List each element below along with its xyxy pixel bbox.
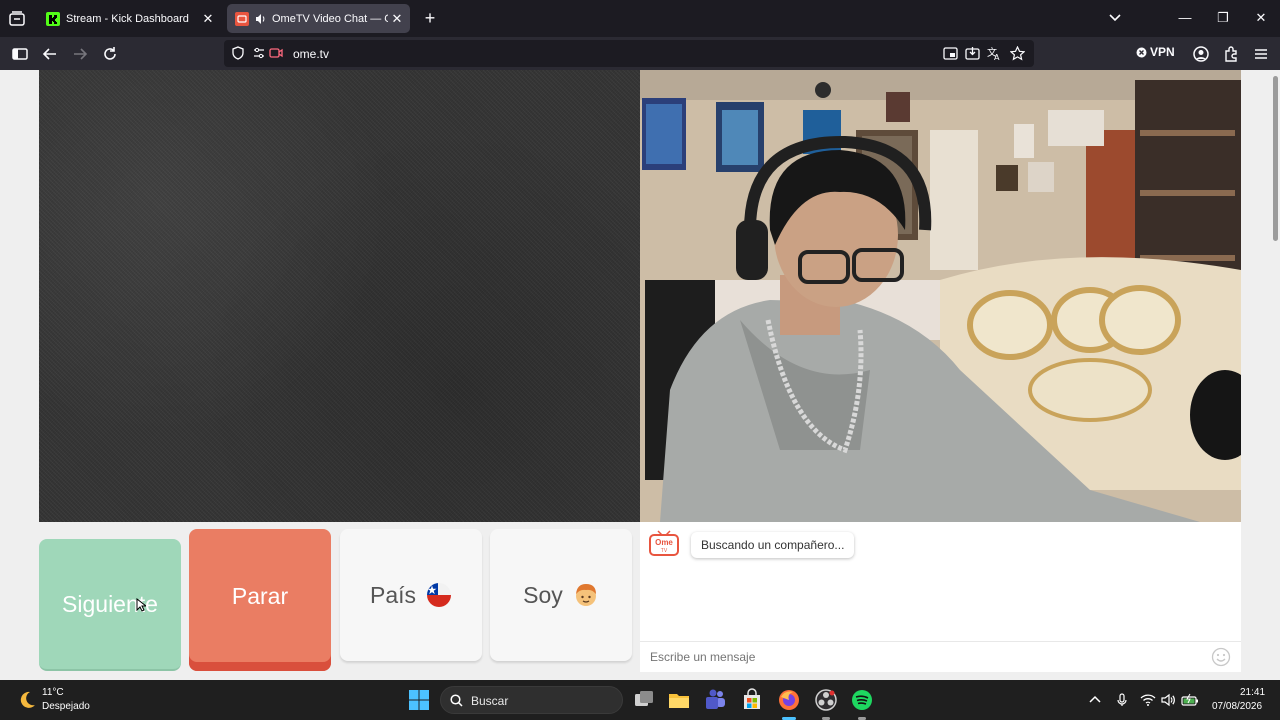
obs-icon <box>815 689 837 711</box>
maximize-button[interactable]: ❐ <box>1213 10 1233 26</box>
tab-list-icon[interactable] <box>6 8 28 30</box>
country-button[interactable]: País <box>340 529 482 661</box>
spotify-app[interactable] <box>850 688 874 720</box>
webcam-feed-image <box>640 70 1241 522</box>
country-button-label: País <box>369 581 417 608</box>
chevron-up-icon[interactable] <box>1087 692 1103 708</box>
weather-condition[interactable]: Despejado <box>42 701 90 712</box>
tab-close-icon[interactable]: ✕ <box>388 11 406 27</box>
browser-tab-bar: Stream - Kick Dashboard ✕ OmeTV Video Ch… <box>0 0 1280 37</box>
download-to-screen-icon[interactable] <box>965 46 980 61</box>
teams-icon[interactable] <box>703 688 727 712</box>
weather-temperature[interactable]: 11°C <box>42 687 64 698</box>
search-label: Buscar <box>471 694 509 708</box>
windows-start-icon[interactable] <box>407 688 431 712</box>
file-explorer-icon[interactable] <box>667 688 691 712</box>
list-all-tabs-icon[interactable] <box>1108 11 1122 25</box>
vpn-label: VPN <box>1150 45 1175 59</box>
next-button[interactable]: Siguiente <box>39 539 181 671</box>
tab-kick-dashboard[interactable]: Stream - Kick Dashboard ✕ <box>38 4 221 33</box>
stop-button-label: Parar <box>231 582 289 609</box>
url-bar[interactable]: ome.tv 文A <box>224 40 1034 67</box>
microphone-icon[interactable] <box>1114 692 1130 708</box>
gender-button[interactable]: Soy <box>490 529 632 661</box>
svg-text:Ome: Ome <box>655 538 673 547</box>
minimize-button[interactable]: — <box>1175 10 1195 25</box>
clock-time[interactable]: 21:41 <box>1240 687 1265 698</box>
svg-text:A: A <box>994 53 1000 61</box>
local-camera-video <box>640 70 1241 522</box>
gender-button-label: Soy <box>523 581 563 608</box>
clock-date[interactable]: 07/08/2026 <box>1212 701 1262 712</box>
bookmark-star-icon[interactable] <box>1010 46 1025 61</box>
ometv-logo: Ome TV <box>649 530 679 556</box>
chat-input-row <box>640 641 1241 672</box>
tab-label: OmeTV Video Chat — Ome <box>272 12 388 25</box>
windows-taskbar: 11°C Despejado Buscar 21:41 07/08/2026 <box>0 680 1280 720</box>
battery-charging-icon[interactable] <box>1181 692 1199 708</box>
mouse-cursor-icon <box>136 598 146 612</box>
reload-icon[interactable] <box>101 45 119 63</box>
moon-weather-icon[interactable] <box>16 689 38 711</box>
translate-icon[interactable]: 文A <box>987 46 1002 61</box>
search-icon <box>450 694 463 707</box>
vpn-button[interactable]: VPN <box>1136 45 1175 59</box>
tab-label: Stream - Kick Dashboard <box>66 12 189 25</box>
tab-close-icon[interactable]: ✕ <box>199 11 217 27</box>
firefox-app[interactable] <box>777 688 801 720</box>
account-icon[interactable] <box>1192 45 1210 63</box>
boy-face-icon <box>573 582 599 608</box>
new-tab-button[interactable]: + <box>420 8 440 28</box>
spotify-icon <box>852 690 872 710</box>
shield-icon[interactable] <box>231 46 245 60</box>
stop-button[interactable]: Parar <box>189 529 331 671</box>
url-text: ome.tv <box>293 47 330 61</box>
status-message: Buscando un compañero... <box>691 532 855 558</box>
chat-panel: Ome TV Buscando un compañero... <box>640 522 1241 672</box>
volume-icon[interactable] <box>1160 692 1176 708</box>
extensions-icon[interactable] <box>1222 45 1240 63</box>
menu-icon[interactable] <box>1252 45 1270 63</box>
task-view-icon[interactable] <box>632 688 656 712</box>
page-scrollbar[interactable] <box>1273 76 1278 241</box>
speaker-playing-icon[interactable] <box>255 13 267 25</box>
back-arrow-icon[interactable] <box>41 45 59 63</box>
picture-in-picture-icon[interactable] <box>943 46 958 61</box>
forward-arrow-icon[interactable] <box>71 45 89 63</box>
microsoft-store-icon[interactable] <box>740 688 764 712</box>
permissions-icon[interactable] <box>253 47 265 59</box>
ometv-favicon-icon <box>235 11 249 26</box>
camera-in-use-icon[interactable] <box>269 47 283 59</box>
emoji-picker-icon[interactable] <box>1211 647 1231 667</box>
kick-favicon-icon <box>46 11 60 26</box>
chile-flag-icon <box>426 582 452 608</box>
message-input[interactable] <box>650 648 1190 666</box>
remote-video-static <box>39 70 640 522</box>
obs-app[interactable] <box>814 688 838 720</box>
ometv-page: Siguiente Parar País Soy Ome TV Buscando… <box>0 70 1280 680</box>
close-window-button[interactable]: ✕ <box>1251 10 1271 26</box>
vpn-off-icon <box>1136 47 1147 57</box>
svg-text:TV: TV <box>661 548 668 554</box>
firefox-icon <box>779 690 799 710</box>
sidebar-toggle-icon[interactable] <box>11 45 29 63</box>
browser-nav-bar: ome.tv 文A VPN <box>0 37 1280 70</box>
taskbar-search[interactable]: Buscar <box>440 686 623 714</box>
tab-ometv[interactable]: OmeTV Video Chat — Ome ✕ <box>227 4 410 33</box>
wifi-icon[interactable] <box>1140 692 1156 708</box>
